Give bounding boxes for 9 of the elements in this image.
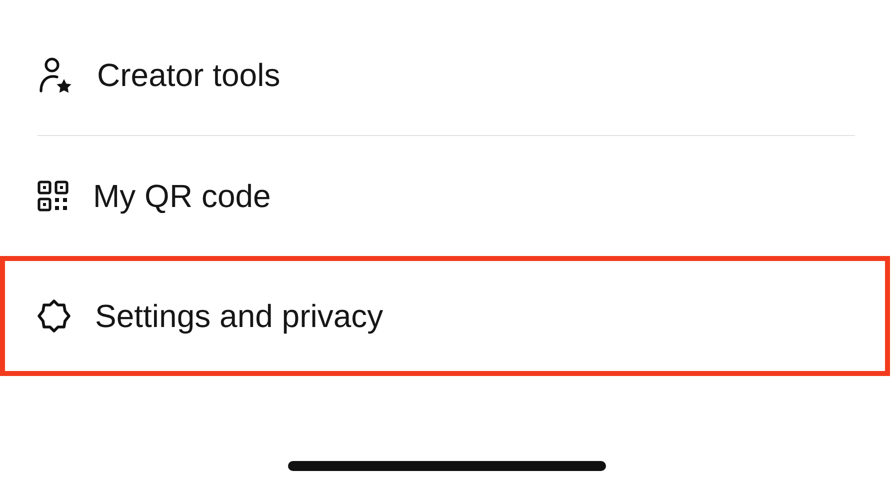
menu-item[interactable]: Creator tools xyxy=(0,15,893,135)
person-star-icon xyxy=(37,57,73,93)
menu-item-label: Settings and privacy xyxy=(95,297,384,336)
settings-icon xyxy=(37,299,71,333)
menu-item-label: Creator tools xyxy=(97,56,280,95)
qr-code-icon xyxy=(37,180,69,212)
menu-item-label: My QR code xyxy=(93,177,271,216)
menu-item[interactable]: Settings and privacy xyxy=(0,256,890,376)
menu-item[interactable]: My QR code xyxy=(0,136,893,256)
